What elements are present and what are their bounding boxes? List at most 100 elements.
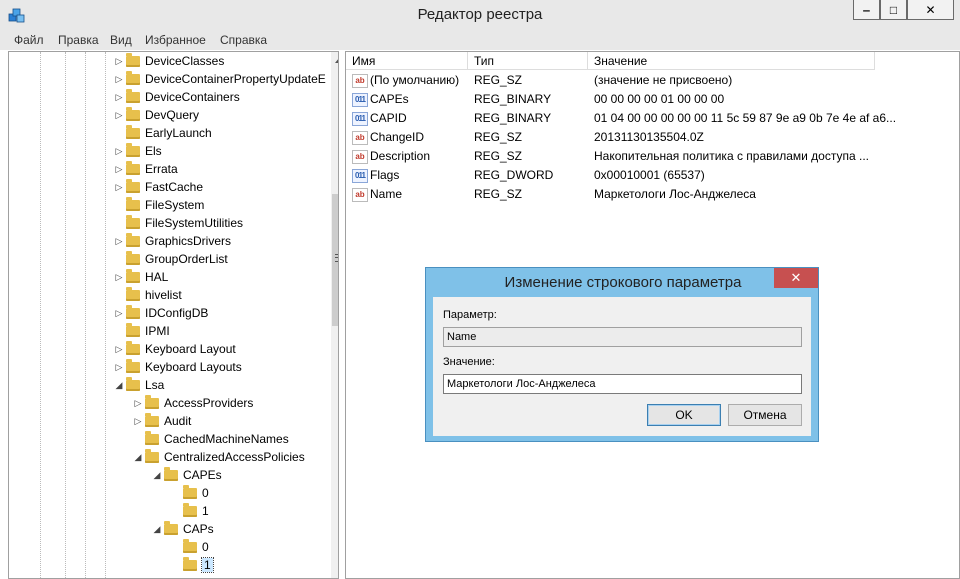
tree-node-label: DeviceContainerPropertyUpdateE <box>145 72 326 86</box>
tree-node-label: hivelist <box>145 288 182 302</box>
tree-node-label: FastCache <box>145 180 204 194</box>
column-header-type[interactable]: Тип <box>468 52 588 70</box>
value-row[interactable]: 011 Flags REG_DWORD 0x00010001 (65537) <box>346 166 959 185</box>
tree-node[interactable]: EarlyLaunch <box>114 124 212 142</box>
tree-node-label: 0 <box>202 540 209 554</box>
tree-node[interactable]: ▷ Audit <box>133 412 191 430</box>
expander-icon[interactable]: ◢ <box>152 470 162 481</box>
tree-node[interactable]: CachedMachineNames <box>133 430 289 448</box>
expander-icon[interactable]: ▷ <box>114 164 124 175</box>
tree-node[interactable]: ▷ FastCache <box>114 178 203 196</box>
folder-icon <box>126 88 140 103</box>
title-bar: Редактор реестра ‒ □ ✕ <box>0 0 960 30</box>
tree-node-label: GroupOrderList <box>145 252 228 266</box>
value-row[interactable]: ab ChangeID REG_SZ 20131130135504.0Z <box>346 128 959 147</box>
menu-file[interactable]: Файл <box>14 33 44 47</box>
value-data: Накопительная политика с правилами досту… <box>594 149 869 163</box>
value-data: Маркетологи Лос-Анджелеса <box>594 187 756 201</box>
close-icon: ✕ <box>925 2 936 17</box>
expander-icon[interactable]: ▷ <box>114 308 124 319</box>
tree-node[interactable]: 1 <box>171 556 214 574</box>
value-row[interactable]: ab (По умолчанию) REG_SZ (значение не присв… <box>346 71 959 90</box>
tree-node[interactable]: ▷ Els <box>114 142 162 160</box>
expander-icon[interactable]: ▷ <box>114 74 124 85</box>
tree-node[interactable]: FileSystemUtilities <box>114 214 243 232</box>
tree-node[interactable]: ▷ Keyboard Layout <box>114 340 236 358</box>
tree-node[interactable]: ▷ DeviceClasses <box>114 52 224 70</box>
expander-icon[interactable]: ▷ <box>114 182 124 193</box>
cancel-button[interactable]: Отмена <box>728 404 802 426</box>
maximize-button[interactable]: □ <box>880 0 907 20</box>
tree-node[interactable]: 1 <box>171 502 209 520</box>
tree-node-label: HAL <box>145 270 169 284</box>
column-header-value[interactable]: Значение <box>588 52 875 70</box>
folder-icon <box>126 232 140 247</box>
ok-button[interactable]: OK <box>647 404 721 426</box>
expander-icon[interactable]: ▷ <box>114 344 124 355</box>
minimize-icon: ‒ <box>863 2 870 17</box>
value-row[interactable]: 011 CAPEs REG_BINARY 00 00 00 00 01 00 00 0… <box>346 90 959 109</box>
column-header-name[interactable]: Имя <box>346 52 468 70</box>
folder-icon <box>126 160 140 175</box>
expander-icon[interactable]: ▷ <box>133 416 143 427</box>
tree-node[interactable]: 0 <box>171 484 209 502</box>
tree-node[interactable]: ▷ DevQuery <box>114 106 199 124</box>
tree-node[interactable]: ◢ Lsa <box>114 376 164 394</box>
menu-edit[interactable]: Правка <box>58 33 99 47</box>
expander-icon[interactable]: ▷ <box>114 92 124 103</box>
expander-icon[interactable]: ▷ <box>114 56 124 67</box>
value-row[interactable]: 011 CAPID REG_BINARY 01 04 00 00 00 00 00 1… <box>346 109 959 128</box>
tree-node[interactable]: FileSystem <box>114 196 204 214</box>
tree-node-label: FileSystemUtilities <box>145 216 244 230</box>
folder-icon <box>126 322 140 337</box>
tree-node[interactable]: ◢ CAPs <box>152 520 214 538</box>
tree-node[interactable]: ◢ CentralizedAccessPolicies <box>133 448 305 466</box>
tree-node[interactable]: ▷ HAL <box>114 268 168 286</box>
expander-icon[interactable]: ◢ <box>133 452 143 463</box>
expander-icon[interactable]: ▷ <box>133 398 143 409</box>
tree-node[interactable]: 0 <box>171 538 209 556</box>
tree-node[interactable]: ▷ DeviceContainers <box>114 88 240 106</box>
folder-icon <box>126 106 140 121</box>
value-data: 00 00 00 00 01 00 00 00 <box>594 92 725 106</box>
expander-icon[interactable]: ▷ <box>114 146 124 157</box>
tree-node[interactable]: ▷ DeviceContainerPropertyUpdateE <box>114 70 326 88</box>
minimize-button[interactable]: ‒ <box>853 0 880 20</box>
tree-node-label: EarlyLaunch <box>145 126 212 140</box>
dialog-close-button[interactable]: ✕ <box>774 268 818 288</box>
value-row[interactable]: ab Description REG_SZ Накопительная политик… <box>346 147 959 166</box>
value-name: Name <box>370 187 403 201</box>
value-type: REG_BINARY <box>474 92 552 106</box>
tree-node[interactable]: ▷ GraphicsDrivers <box>114 232 231 250</box>
string-value-icon: ab <box>352 150 368 164</box>
menu-view[interactable]: Вид <box>110 33 132 47</box>
tree-node[interactable]: ▷ Keyboard Layouts <box>114 358 242 376</box>
expander-icon[interactable]: ▷ <box>114 110 124 121</box>
tree-node[interactable]: ▷ IDConfigDB <box>114 304 208 322</box>
tree-node[interactable]: ◢ CAPEs <box>152 466 222 484</box>
folder-icon <box>183 538 197 553</box>
menu-bar: Файл Правка Вид Избранное Справка <box>0 30 960 50</box>
tree-node[interactable]: ▷ Errata <box>114 160 178 178</box>
registry-tree[interactable]: ▷ DeviceClasses ▷ DeviceContainerPropertyUp… <box>8 51 339 579</box>
close-button[interactable]: ✕ <box>907 0 954 20</box>
menu-favorites[interactable]: Избранное <box>145 33 206 47</box>
value-data-field[interactable]: Маркетологи Лос-Анджелеса <box>443 374 802 394</box>
tree-node[interactable]: IPMI <box>114 322 170 340</box>
tree-node[interactable]: GroupOrderList <box>114 250 228 268</box>
scroll-up-arrow-icon[interactable] <box>335 58 338 63</box>
binary-value-icon: 011 <box>352 112 368 126</box>
folder-icon <box>126 178 140 193</box>
tree-node[interactable]: hivelist <box>114 286 182 304</box>
tree-node[interactable]: ▷ AccessProviders <box>133 394 253 412</box>
expander-icon[interactable]: ▷ <box>114 362 124 373</box>
expander-icon[interactable]: ◢ <box>114 380 124 391</box>
expander-icon[interactable]: ▷ <box>114 236 124 247</box>
scroll-thumb[interactable] <box>332 194 338 326</box>
expander-icon[interactable]: ◢ <box>152 524 162 535</box>
tree-scrollbar[interactable] <box>331 52 338 578</box>
value-row[interactable]: ab Name REG_SZ Маркетологи Лос-Анджелеса <box>346 185 959 204</box>
tree-node-label: DeviceClasses <box>145 54 225 68</box>
menu-help[interactable]: Справка <box>220 33 267 47</box>
expander-icon[interactable]: ▷ <box>114 272 124 283</box>
